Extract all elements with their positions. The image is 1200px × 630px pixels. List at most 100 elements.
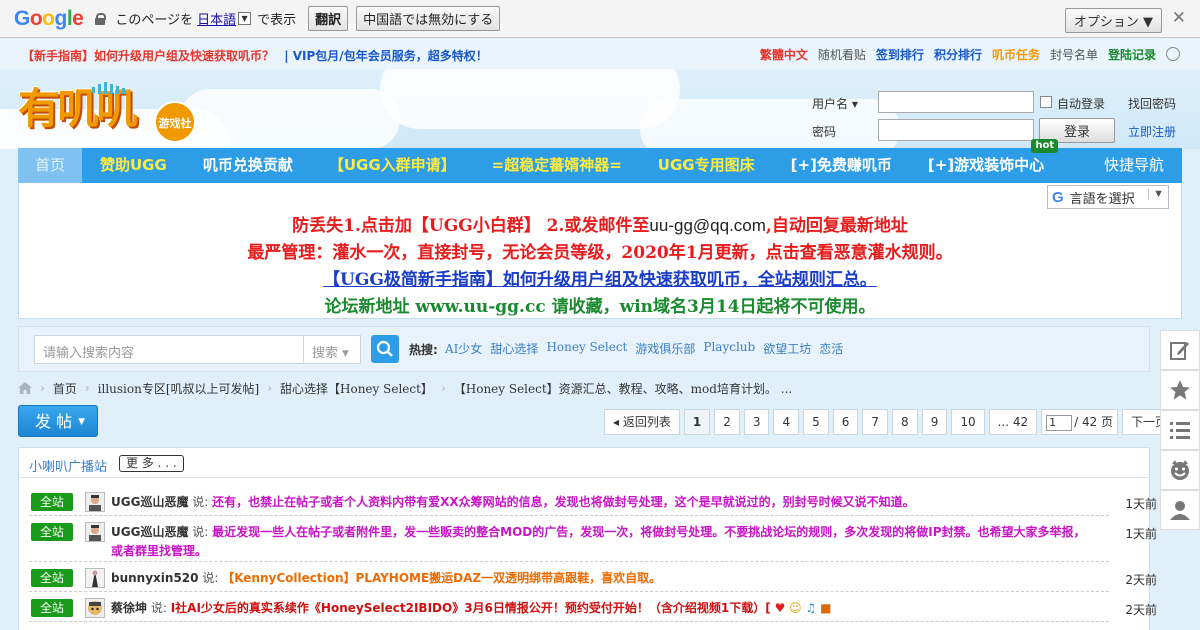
broadcast-title[interactable]: 小喇叭广播站 <box>29 456 107 475</box>
nav-item-decoration[interactable]: [+]游戏装饰中心 hot <box>910 139 1062 183</box>
nav-item-image-host[interactable]: UGG专用图床 <box>640 148 773 183</box>
more-button[interactable]: 更 多 . . . <box>119 455 184 472</box>
notice-line-3[interactable]: 【UGG极简新手指南】如何升级用户组及快速获取叽币，全站规则汇总。 <box>19 265 1181 290</box>
username-input[interactable] <box>878 91 1034 113</box>
auto-login-checkbox[interactable] <box>1040 96 1052 108</box>
nav-item-home[interactable]: 首页 <box>18 148 82 183</box>
broadcast-message[interactable]: I社AI少女后的真实系续作《HoneySelect2IBIDO》3月6日情报公开… <box>171 601 771 615</box>
nav-item-tool[interactable]: =超稳定蕃婿神器= <box>474 148 640 183</box>
language-select[interactable]: 日本語 <box>197 9 236 28</box>
broadcast-message[interactable]: 最近发现一些人在帖子或者附件里，发一些贩卖的整合MOD的广告，发现一次，将做封号… <box>111 525 1086 558</box>
register-link[interactable]: 立即注册 <box>1128 123 1176 140</box>
username[interactable]: 蔡徐坤 <box>111 601 147 615</box>
username-label[interactable]: 用户名 ▾ <box>812 95 858 112</box>
nav-item-exchange[interactable]: 叽币兑换贡献 <box>185 148 311 183</box>
top-link-score-rank[interactable]: 积分排行 <box>934 46 982 63</box>
scope-tag[interactable]: 全站 <box>31 523 73 541</box>
side-tool-emoji[interactable] <box>1160 450 1200 490</box>
search-input[interactable]: 请输入搜索内容 <box>34 335 304 364</box>
broadcast-message[interactable]: 【KennyCollection】PLAYHOME搬运DAZ一双透明绑带高跟鞋，… <box>222 571 661 585</box>
home-icon[interactable] <box>18 382 32 394</box>
hot-link[interactable]: Honey Select <box>546 340 627 357</box>
chevron-down-icon[interactable]: ▼ <box>238 12 252 25</box>
top-link-tasks[interactable]: 叽币任务 <box>992 46 1040 63</box>
timestamp: 1天前 <box>1125 527 1157 541</box>
quick-nav-button[interactable]: 快捷导航 <box>1086 148 1182 183</box>
avatar[interactable] <box>85 522 105 542</box>
resize-icon[interactable] <box>1166 47 1180 61</box>
avatar[interactable] <box>85 492 105 512</box>
hot-link[interactable]: 恋活 <box>819 340 843 357</box>
page-link[interactable]: 5 <box>803 409 829 435</box>
side-tool-user[interactable] <box>1160 490 1200 530</box>
notice-line-4[interactable]: 论坛新地址 www.uu-gg.cc 请收藏，win域名3月14日起将不可使用。 <box>19 292 1181 317</box>
breadcrumb-illusion[interactable]: illusion专区[叽叔以上可发帖] <box>98 380 260 397</box>
breadcrumb: › 首页 › illusion专区[叽叔以上可发帖] › 甜心选择【Honey … <box>18 378 1158 398</box>
password-input[interactable] <box>878 119 1034 141</box>
page-link[interactable]: 3 <box>743 409 770 435</box>
hot-link[interactable]: AI少女 <box>445 340 482 357</box>
page-link[interactable]: 9 <box>921 409 948 435</box>
top-link-login-log[interactable]: 登陆记录 <box>1108 46 1156 63</box>
timestamp: 1天前 <box>1125 497 1157 511</box>
options-button[interactable]: オプション ▼ <box>1064 8 1162 33</box>
user-icon <box>1170 501 1190 520</box>
page-link[interactable]: 4 <box>773 409 800 435</box>
nav-item-group-apply[interactable]: 【UGG入群申请】 <box>311 148 474 183</box>
breadcrumb-current[interactable]: 【Honey Select】资源汇总、教程、攻略、mod培育计划。 ... <box>454 380 792 397</box>
page-link[interactable]: 6 <box>832 409 859 435</box>
search-scope-select[interactable]: 搜索 ▾ <box>303 335 361 364</box>
hot-link[interactable]: 甜心选择 <box>490 340 538 357</box>
scope-tag[interactable]: 全站 <box>31 569 73 587</box>
vip-link[interactable]: | VIP包月/包年会员服务，超多特权！ <box>284 49 488 63</box>
page-link[interactable]: 10 <box>951 409 985 435</box>
top-link-sign-rank[interactable]: 签到排行 <box>876 46 924 63</box>
top-link-banned[interactable]: 封号名单 <box>1050 46 1098 63</box>
notice-line-2[interactable]: 最严管理：灌水一次，直接封号，无论会员等级，2020年1月更新，点击查看恶意灌水… <box>19 238 1181 263</box>
search-button[interactable] <box>371 335 399 363</box>
list-item: 全站 蔡徐坤 说: I社AI少女后的真实系续作《HoneySelect2IBID… <box>29 596 1157 622</box>
top-right-links: 繁體中文 随机看贴 签到排行 积分排行 叽币任务 封号名单 登陆记录 <box>760 46 1180 63</box>
top-link-traditional[interactable]: 繁體中文 <box>760 46 808 63</box>
close-icon[interactable]: ✕ <box>1172 10 1186 27</box>
avatar[interactable] <box>85 598 105 618</box>
breadcrumb-home[interactable]: 首页 <box>53 380 77 397</box>
username[interactable]: bunnyxin520 <box>111 571 199 585</box>
page-link[interactable]: 8 <box>892 409 918 435</box>
side-tool-edit[interactable] <box>1160 330 1200 370</box>
site-logo[interactable]: 有叽叽 游戏社 <box>18 81 198 143</box>
scope-tag[interactable]: 全站 <box>31 599 73 617</box>
side-tool-list[interactable] <box>1160 410 1200 450</box>
translate-button[interactable]: 翻訳 <box>308 6 349 31</box>
page-link[interactable]: 7 <box>862 409 889 435</box>
notice-email: uu-gg@qq.com <box>649 216 766 235</box>
scope-tag[interactable]: 全站 <box>31 493 73 511</box>
breadcrumb-honey-select[interactable]: 甜心选择【Honey Select】 <box>280 380 433 397</box>
list-item: 全站 UGG巡山恶魔 说: 最近发现一些人在帖子或者附件里，发一些贩卖的整合MO… <box>29 520 1157 562</box>
avatar[interactable] <box>85 568 105 588</box>
side-tool-favorite[interactable] <box>1160 370 1200 410</box>
newbie-guide-link[interactable]: 【新手指南】如何升级用户组及快速获取叽币？ <box>22 49 274 63</box>
last-page-link[interactable]: ... 42 <box>988 409 1038 435</box>
list-item: 全站 bunnyxin520 说: 【KennyCollection】PLAYH… <box>29 566 1157 592</box>
forgot-password-link[interactable]: 找回密码 <box>1128 95 1176 112</box>
disable-translate-button[interactable]: 中国語では無効にする <box>356 6 501 31</box>
username[interactable]: UGG巡山恶魔 <box>111 525 188 539</box>
notice-line-1[interactable]: 防丢失1.点击加【UGG小白群】 2.或发邮件至uu-gg@qq.com,自动回… <box>19 211 1181 236</box>
back-to-list-button[interactable]: ◂ 返回列表 <box>604 409 680 435</box>
pagination: ◂ 返回列表 1 2 3 4 5 6 7 8 9 10 ... 42 1/ 42… <box>604 409 1177 437</box>
nav-item-sponsor[interactable]: 赞助UGG <box>82 148 185 183</box>
google-language-select[interactable]: G 言語を選択 ▼ <box>1047 185 1169 209</box>
hot-link[interactable]: 欲望工坊 <box>763 340 811 357</box>
broadcast-message[interactable]: 还有，也禁止在帖子或者个人资料内带有爱XX众筹网站的信息，发现也将做封号处理，这… <box>212 495 915 509</box>
page-link[interactable]: 2 <box>714 409 740 435</box>
hot-link[interactable]: 游戏俱乐部 <box>635 340 695 357</box>
page-link[interactable]: 1 <box>683 409 711 435</box>
username[interactable]: UGG巡山恶魔 <box>111 495 188 509</box>
page-jump-input[interactable]: 1 <box>1046 414 1073 431</box>
edit-icon <box>1170 342 1189 360</box>
hot-link[interactable]: Playclub <box>703 340 755 357</box>
post-button[interactable]: 发 帖 ▼ <box>18 405 98 437</box>
top-link-random[interactable]: 随机看贴 <box>818 46 866 63</box>
nav-item-earn-coins[interactable]: [+]免费赚叽币 <box>773 148 910 183</box>
